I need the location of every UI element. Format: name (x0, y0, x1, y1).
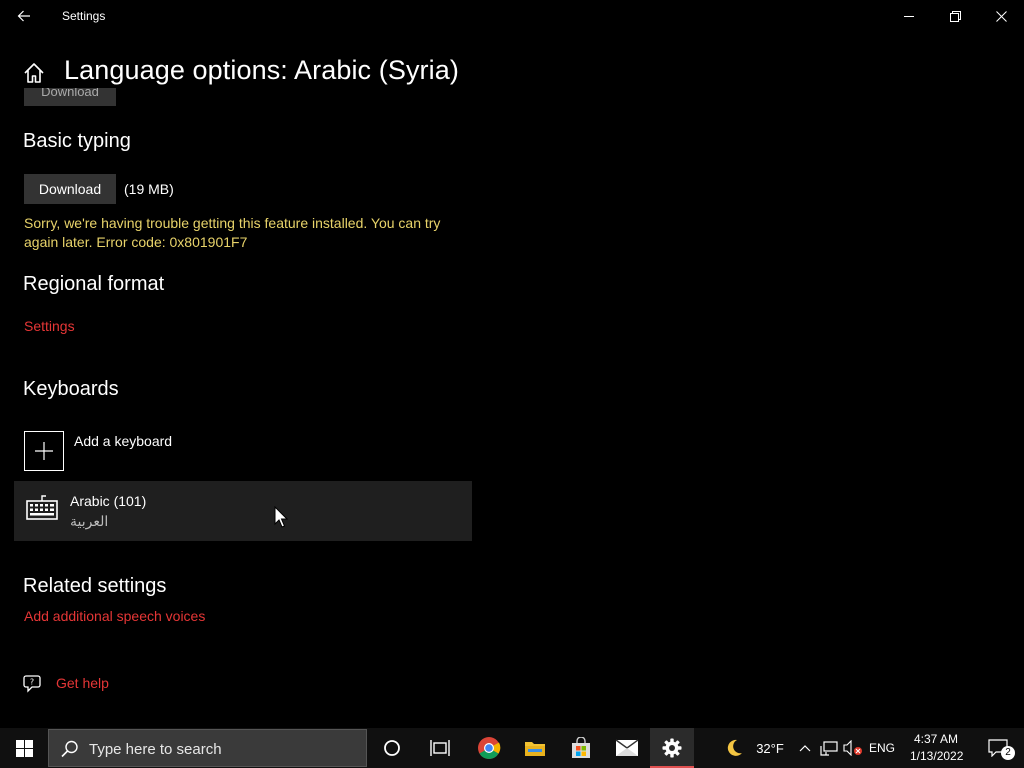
file-explorer-button[interactable] (512, 728, 558, 768)
minimize-button[interactable] (886, 0, 932, 32)
cortana-button[interactable] (369, 728, 415, 768)
clock-time: 4:37 AM (914, 732, 959, 746)
volume-muted-icon (843, 740, 862, 756)
input-language-indicator[interactable]: ENG (866, 728, 898, 768)
plus-icon (35, 442, 53, 460)
regional-format-heading: Regional format (23, 273, 165, 295)
keyboard-native-name: العربية (70, 513, 109, 529)
partial-download-button[interactable]: Download (24, 88, 116, 106)
help-chat-icon: ? (23, 675, 41, 693)
back-button[interactable] (8, 0, 40, 32)
keyboard-name: Arabic (101) (70, 493, 147, 509)
related-settings-heading: Related settings (23, 575, 167, 597)
chevron-up-icon (799, 745, 811, 752)
clock-date: 1/13/2022 (910, 749, 964, 763)
add-keyboard-label[interactable]: Add a keyboard (74, 433, 172, 449)
svg-text:?: ? (30, 678, 34, 687)
store-button[interactable] (558, 728, 604, 768)
folder-icon (525, 742, 545, 756)
keyboard-icon (26, 495, 58, 520)
close-button[interactable] (978, 0, 1024, 32)
restore-button[interactable] (932, 0, 978, 32)
settings-taskbar-button[interactable] (650, 728, 694, 768)
chrome-icon (478, 737, 501, 759)
weather-temp[interactable]: 32°F (750, 728, 790, 768)
clock[interactable]: 4:37 AM 1/13/2022 (904, 728, 968, 768)
regional-settings-link[interactable]: Settings (24, 318, 75, 334)
title-bar: Settings (0, 0, 1024, 32)
chrome-taskbar-button[interactable] (466, 728, 512, 768)
action-center-button[interactable]: 2 (978, 728, 1018, 768)
network-icon (820, 741, 838, 756)
window-title: Settings (62, 9, 106, 23)
back-arrow-icon (17, 10, 30, 22)
mail-icon (615, 739, 639, 756)
download-size: (19 MB) (124, 181, 174, 197)
notification-count-badge: 2 (1001, 746, 1015, 760)
page-title: Language options: Arabic (Syria) (64, 55, 459, 85)
moon-icon (727, 739, 742, 756)
search-icon (61, 740, 78, 758)
basic-typing-heading: Basic typing (23, 130, 131, 152)
download-button[interactable]: Download (24, 174, 116, 204)
partial-download-label: Download (41, 88, 99, 99)
show-hidden-icons-button[interactable] (796, 728, 814, 768)
speech-voices-link[interactable]: Add additional speech voices (24, 608, 205, 624)
minimize-icon (904, 16, 914, 17)
task-view-button[interactable] (417, 728, 463, 768)
gear-icon (662, 738, 682, 758)
mouse-cursor-icon (274, 506, 288, 528)
start-button[interactable] (0, 728, 48, 768)
keyboard-item[interactable]: Arabic (101) العربية (14, 481, 472, 541)
restore-icon (949, 10, 961, 22)
search-placeholder: Type here to search (89, 741, 222, 758)
keyboards-heading: Keyboards (23, 378, 119, 400)
close-icon (995, 10, 1007, 22)
search-box[interactable]: Type here to search (48, 729, 367, 767)
home-icon[interactable] (22, 61, 46, 85)
add-keyboard-button[interactable] (24, 431, 64, 471)
store-bag-icon (572, 737, 590, 758)
network-button[interactable] (818, 728, 840, 768)
task-view-icon (430, 740, 450, 756)
error-message: Sorry, we're having trouble getting this… (24, 215, 441, 250)
mail-button[interactable] (604, 728, 650, 768)
windows-logo-icon (15, 739, 33, 757)
weather-button[interactable] (722, 728, 746, 768)
volume-button[interactable] (842, 728, 864, 768)
taskbar: Type here to search 32°F ENG 4:37 AM 1/1… (0, 728, 1024, 768)
cortana-circle-icon (384, 740, 400, 756)
get-help-link[interactable]: Get help (56, 675, 109, 691)
